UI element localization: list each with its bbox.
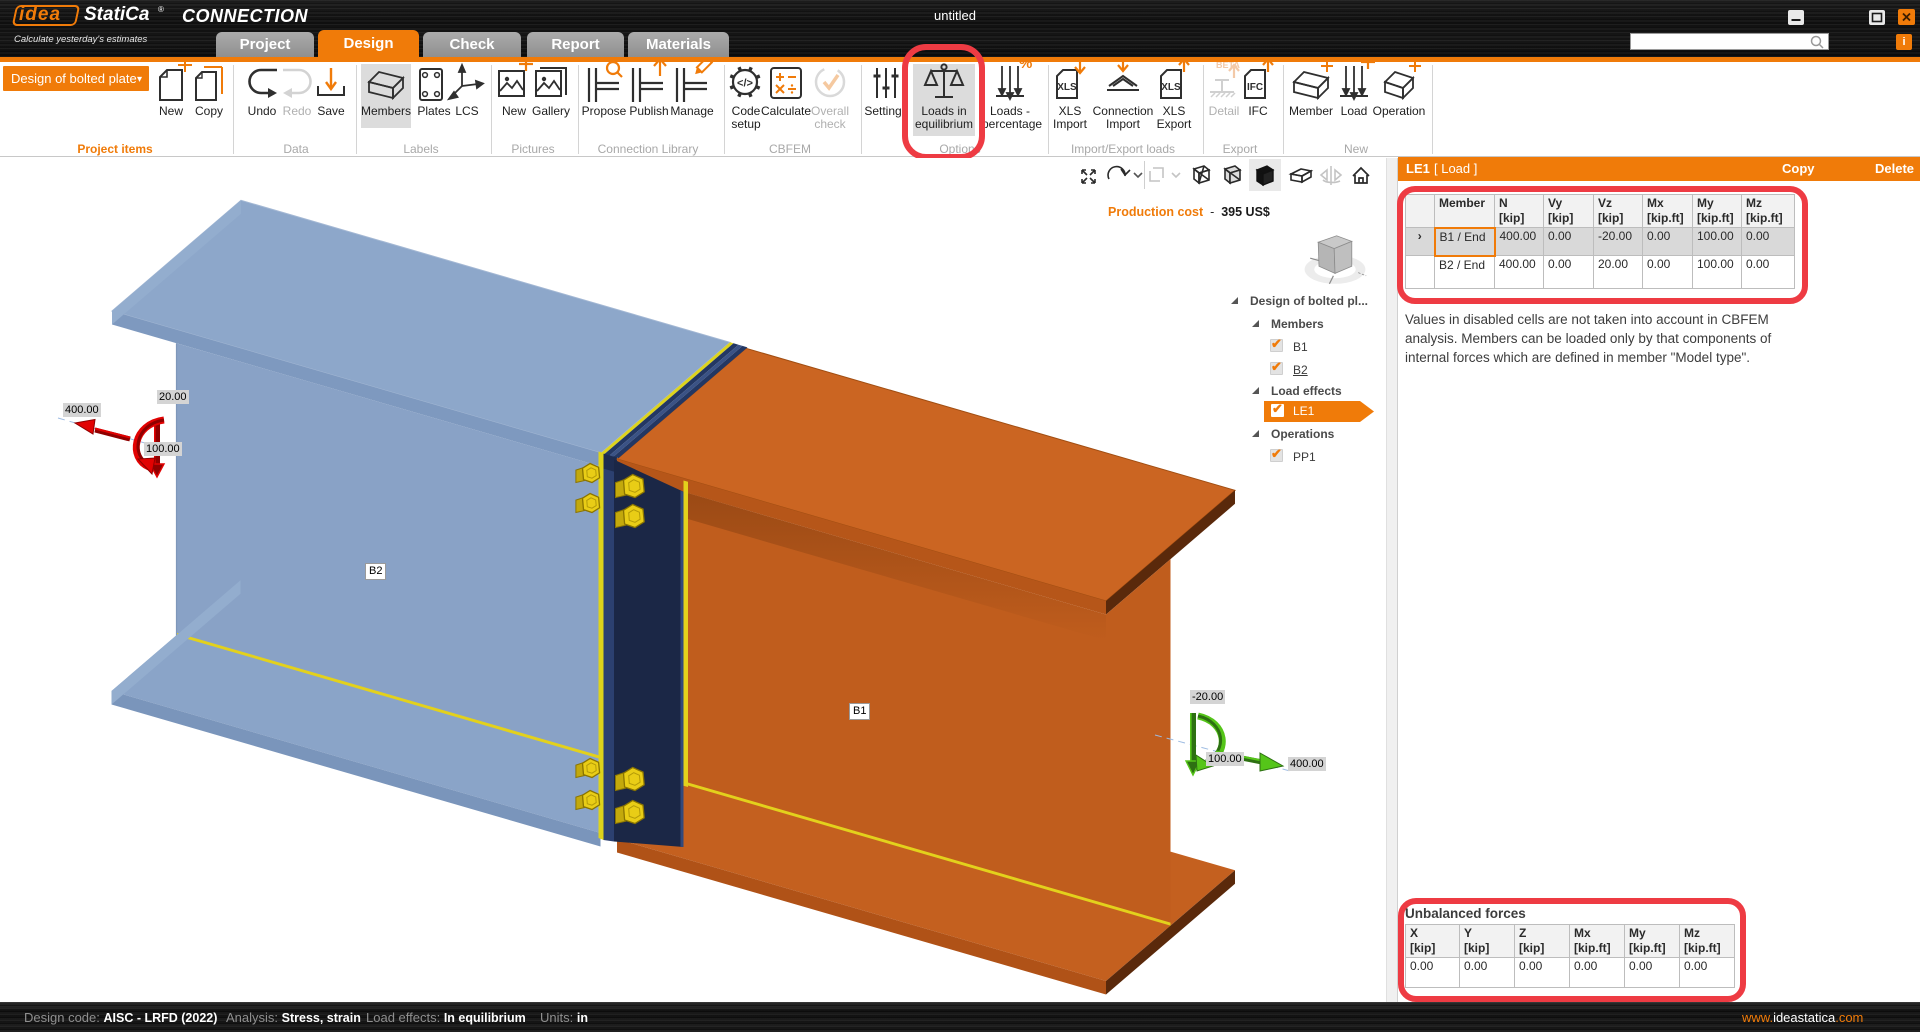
svg-text:</>: </> bbox=[737, 78, 753, 90]
svg-text:IFC: IFC bbox=[1247, 82, 1263, 93]
svg-text:XLS: XLS bbox=[1057, 82, 1077, 93]
svg-text:XLS: XLS bbox=[1161, 82, 1181, 93]
svg-text:%: % bbox=[1019, 62, 1032, 72]
